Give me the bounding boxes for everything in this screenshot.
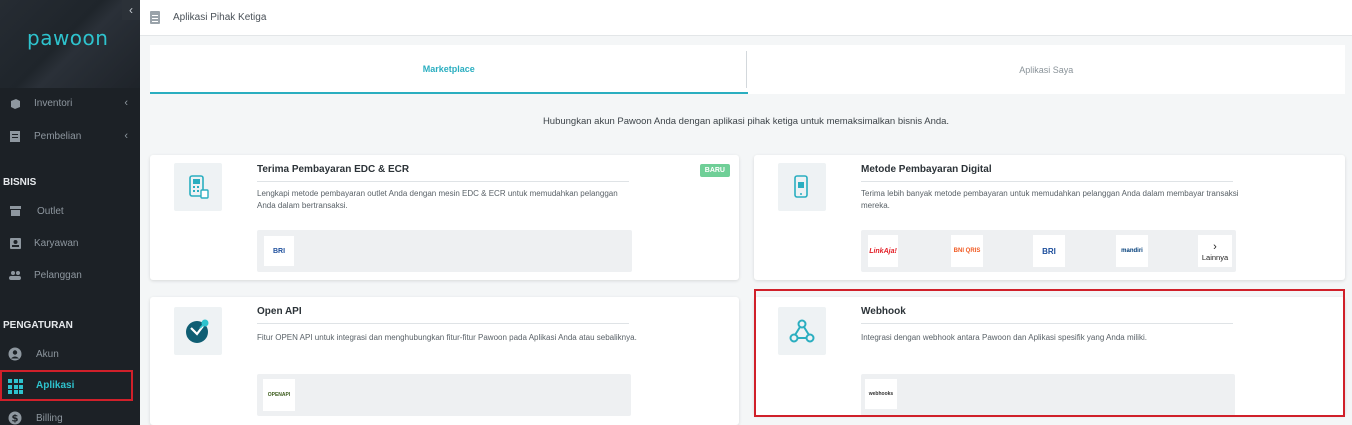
store-icon: [8, 204, 22, 218]
bri-logo-text: BRI: [272, 247, 286, 255]
chevron-left-icon: ‹: [124, 97, 128, 109]
webhooks-logo-text: webhooks: [868, 391, 894, 397]
section-bisnis: BISNIS: [3, 177, 37, 188]
card-description: Lengkapi metode pembayaran outlet Anda d…: [257, 189, 618, 210]
sidebar-item-label: Pembelian: [34, 130, 82, 142]
partner-logos: webhooks: [861, 374, 1235, 416]
divider: [257, 323, 629, 324]
sidebar-item-inventori[interactable]: Inventori ‹: [0, 89, 140, 117]
sidebar-item-label: Akun: [36, 348, 59, 360]
sidebar: pawoon ‹ Inventori ‹ Pembelian ‹ BISNIS …: [0, 0, 140, 425]
top-bar: Aplikasi Pihak Ketiga: [140, 0, 1352, 36]
webhooks-logo: webhooks: [865, 379, 897, 409]
mobile-payment-icon: [778, 163, 826, 211]
tab-aplikasi-saya[interactable]: Aplikasi Saya: [748, 45, 1346, 94]
partner-logos: LinkAja! BNI QRIS BRI mandiri › Lainnya: [861, 230, 1236, 272]
linkaja-logo: LinkAja!: [868, 235, 898, 267]
edc-terminal-icon: [174, 163, 222, 211]
bri-logo: BRI: [264, 236, 294, 266]
card-description: Fitur OPEN API untuk integrasi dan mengh…: [257, 333, 637, 342]
sidebar-item-karyawan[interactable]: Karyawan: [0, 229, 140, 257]
sidebar-item-pelanggan[interactable]: Pelanggan: [0, 261, 140, 289]
user-circle-icon: [8, 347, 22, 361]
mandiri-logo: mandiri: [1116, 235, 1148, 267]
divider: [257, 181, 629, 182]
partner-logos: OPENAPI: [257, 374, 631, 416]
chevron-right-icon: ›: [1213, 240, 1217, 253]
dollar-icon: $: [8, 411, 22, 425]
bni-qris-logo-text: BNI QRIS: [953, 248, 981, 254]
card-open-api[interactable]: Open API Fitur OPEN API untuk integrasi …: [150, 297, 739, 425]
svg-text:$: $: [12, 414, 19, 425]
more-label: Lainnya: [1201, 252, 1229, 262]
linkaja-logo-text: LinkAja!: [869, 247, 897, 255]
sidebar-item-pembelian[interactable]: Pembelian ‹: [0, 122, 140, 150]
card-description: Integrasi dengan webhook antara Pawoon d…: [861, 333, 1147, 342]
openapi-logo-text: OPENAPI: [267, 392, 291, 398]
tab-marketplace[interactable]: Marketplace: [150, 45, 748, 94]
sidebar-item-label: Billing: [36, 412, 63, 424]
chevron-left-icon: ‹: [124, 130, 128, 142]
tab-divider: [746, 51, 747, 88]
card-title: Webhook: [861, 306, 906, 317]
bni-qris-logo: BNI QRIS: [951, 235, 983, 267]
card-description: Terima lebih banyak metode pembayaran un…: [861, 189, 1239, 210]
intro-text: Hubungkan akun Pawoon Anda dengan aplika…: [542, 116, 950, 127]
tab-bar: Marketplace Aplikasi Saya: [150, 45, 1345, 94]
clipboard-icon: [8, 129, 22, 143]
open-api-icon: [174, 307, 222, 355]
card-title: Open API: [257, 306, 302, 317]
divider: [861, 323, 1233, 324]
document-icon: [150, 11, 160, 24]
bri-logo: BRI: [1033, 235, 1065, 267]
id-card-icon: [8, 236, 22, 250]
sidebar-header: pawoon ‹: [0, 0, 140, 88]
sidebar-item-label: Aplikasi: [36, 380, 75, 391]
sidebar-item-label: Pelanggan: [34, 269, 82, 281]
webhook-icon: [778, 307, 826, 355]
sidebar-item-label: Outlet: [37, 205, 64, 217]
box-icon: [8, 96, 22, 110]
pawoon-logo[interactable]: pawoon: [27, 26, 108, 50]
sidebar-item-label: Karyawan: [34, 237, 79, 249]
collapse-sidebar-icon[interactable]: ‹: [122, 0, 140, 20]
partner-logos: BRI: [257, 230, 632, 272]
card-edc-ecr[interactable]: Terima Pembayaran EDC & ECR BARU Lengkap…: [150, 155, 739, 280]
card-digital-payment[interactable]: Metode Pembayaran Digital Terima lebih b…: [754, 155, 1345, 280]
card-title: Terima Pembayaran EDC & ECR: [257, 164, 410, 175]
grid-icon: [8, 379, 23, 394]
sidebar-item-outlet[interactable]: Outlet: [0, 197, 140, 225]
bri-logo-text: BRI: [1042, 246, 1056, 256]
section-pengaturan: PENGATURAN: [3, 320, 73, 331]
users-icon: [8, 268, 22, 282]
sidebar-item-akun[interactable]: Akun: [0, 340, 140, 368]
sidebar-item-label: Inventori: [34, 97, 73, 109]
new-badge: BARU: [699, 164, 730, 177]
divider: [861, 181, 1233, 182]
card-title: Metode Pembayaran Digital: [861, 164, 992, 175]
mandiri-logo-text: mandiri: [1121, 248, 1143, 254]
breadcrumb: Aplikasi Pihak Ketiga: [173, 12, 267, 23]
openapi-logo: OPENAPI: [263, 379, 295, 411]
card-webhook[interactable]: Webhook Integrasi dengan webhook antara …: [754, 297, 1345, 416]
sidebar-item-aplikasi[interactable]: Aplikasi: [0, 370, 133, 401]
sidebar-item-billing[interactable]: $ Billing: [0, 404, 140, 425]
more-partners-button[interactable]: › Lainnya: [1198, 235, 1232, 267]
